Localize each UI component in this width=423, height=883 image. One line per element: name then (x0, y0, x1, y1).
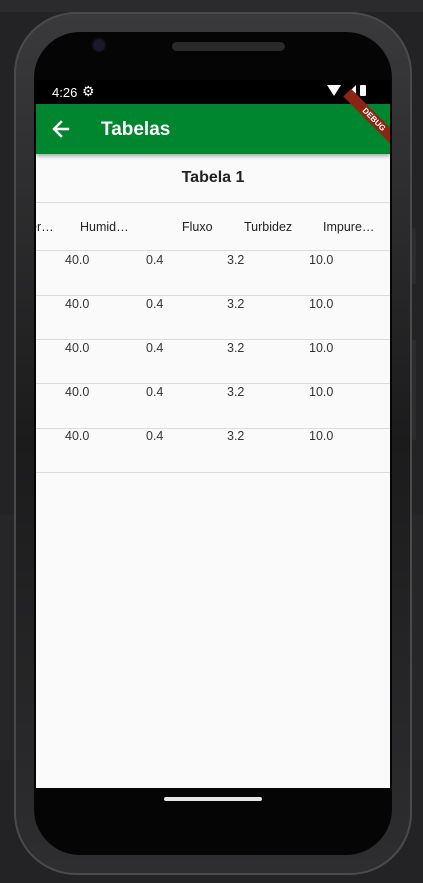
table-cell: 10.0 (309, 341, 334, 355)
table-cell: 40.0 (65, 429, 90, 443)
volume-button (412, 340, 416, 440)
divider (36, 339, 390, 340)
earpiece-speaker (172, 42, 285, 51)
table-cell: 3.2 (227, 385, 245, 399)
table-cell: 0.4 (146, 429, 164, 443)
table-cell: 0.4 (146, 341, 164, 355)
divider (36, 295, 390, 296)
status-bar: 4:26 ⚙ (36, 80, 390, 104)
table-cell: 0.4 (146, 385, 164, 399)
table-cell: 3.2 (227, 341, 245, 355)
divider (36, 202, 390, 203)
app-screen: 4:26 ⚙ Tabelas DEBUG Tabela 1 er… Humid…… (36, 80, 390, 788)
column-header[interactable]: Impure… (323, 220, 374, 234)
table-cell: 3.2 (227, 297, 245, 311)
divider (36, 250, 390, 251)
page-title: Tabelas (101, 119, 171, 140)
table-title: Tabela 1 (181, 169, 245, 186)
table-cell: 10.0 (309, 385, 334, 399)
column-header[interactable]: Fluxo (182, 220, 213, 234)
column-header[interactable]: Turbidez (244, 220, 292, 234)
divider (36, 383, 390, 384)
table-cell: 40.0 (65, 253, 90, 267)
table-cell: 0.4 (146, 297, 164, 311)
settings-gear-icon: ⚙ (82, 83, 95, 99)
table-cell: 10.0 (309, 253, 334, 267)
table-cell: 40.0 (65, 341, 90, 355)
table-cell: 10.0 (309, 297, 334, 311)
app-bar: Tabelas DEBUG (36, 88, 390, 154)
table-cell: 3.2 (227, 429, 245, 443)
front-camera (93, 39, 105, 51)
table-cell: 0.4 (146, 253, 164, 267)
divider (36, 472, 390, 473)
table-cell: 3.2 (227, 253, 245, 267)
column-header[interactable]: Humid… (80, 220, 129, 234)
table-cell: 10.0 (309, 429, 334, 443)
status-time: 4:26 (52, 85, 78, 100)
arrow-left-icon (52, 120, 70, 138)
table-cell: 40.0 (65, 297, 90, 311)
home-indicator[interactable] (164, 797, 262, 801)
battery-icon (360, 85, 366, 96)
back-button[interactable] (48, 116, 74, 142)
wifi-icon (327, 85, 341, 96)
table-cell: 40.0 (65, 385, 90, 399)
column-header[interactable]: er… (36, 220, 54, 234)
power-button (412, 228, 416, 284)
